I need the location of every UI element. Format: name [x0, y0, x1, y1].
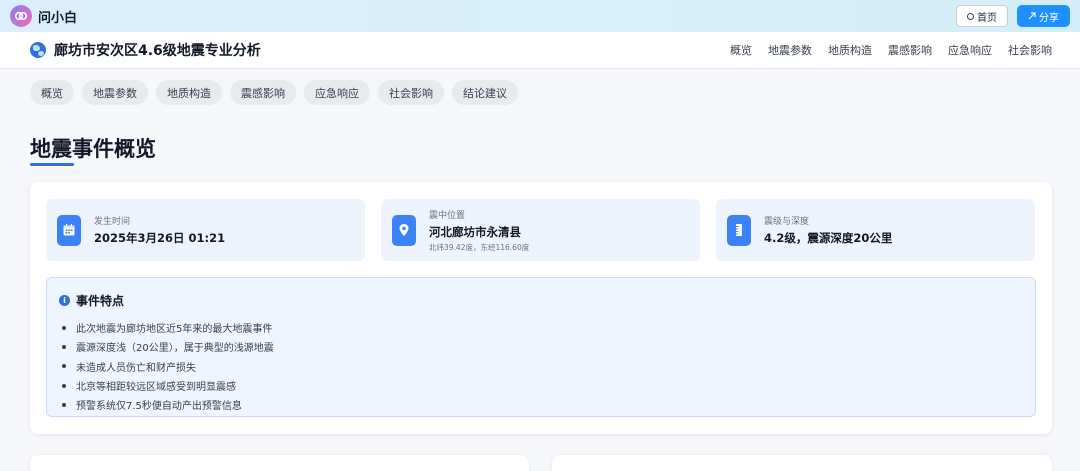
- chip-overview[interactable]: 概览: [30, 80, 74, 105]
- features-list: 此次地震为廊坊地区近5年来的最大地震事件 震源深度浅（20公里），属于典型的浅源…: [62, 318, 1023, 414]
- info-label-location: 震中位置: [429, 210, 466, 221]
- info-box-location: 震中位置 河北廊坊市永清县 北纬39.42度，东经116.60度: [381, 199, 700, 261]
- chip-parameters[interactable]: 地震参数: [82, 80, 148, 105]
- chip-shaking[interactable]: 震感影响: [230, 80, 296, 105]
- list-item: 此次地震为廊坊地区近5年来的最大地震事件: [62, 318, 1023, 337]
- chip-response[interactable]: 应急响应: [304, 80, 370, 105]
- share-icon: [1028, 12, 1036, 20]
- brand-logo-icon: [10, 5, 32, 27]
- home-button[interactable]: 首页: [956, 5, 1008, 27]
- home-icon: [967, 12, 974, 20]
- title-underline: [30, 163, 74, 166]
- page-title: 廊坊市安次区4.6级地震专业分析: [54, 43, 261, 59]
- info-value-magnitude: 4.2级，震源深度20公里: [764, 231, 893, 245]
- info-label-magnitude: 震级与深度: [764, 217, 810, 227]
- info-label-time: 发生时间: [94, 217, 131, 227]
- brand-name: 问小白: [38, 10, 78, 26]
- info-box-magnitude: 震级与深度 4.2级，震源深度20公里: [716, 199, 1035, 261]
- overview-card: 发生时间 2025年3月26日 01:21 震中位置 河北廊坊市永清县 北纬39…: [30, 182, 1052, 434]
- calendar-icon: [57, 214, 81, 246]
- info-value-location: 河北廊坊市永清县: [429, 224, 521, 239]
- features-title: 事件特点: [76, 294, 125, 308]
- globe-icon: [30, 42, 46, 58]
- info-sub-coordinates: 北纬39.42度，东经116.60度: [429, 242, 530, 252]
- next-card-right: [552, 455, 1052, 471]
- nav-item-social[interactable]: 社会影响: [1008, 42, 1052, 58]
- app-topbar: 问小白 首页 分享: [0, 0, 1080, 32]
- ruler-icon: [727, 214, 751, 246]
- info-box-time: 发生时间 2025年3月26日 01:21: [46, 199, 365, 261]
- info-value-time: 2025年3月26日 01:21: [94, 231, 226, 245]
- chip-social[interactable]: 社会影响: [378, 80, 444, 105]
- chip-conclusion[interactable]: 结论建议: [452, 80, 518, 105]
- list-item: 未造成人员伤亡和财产损失: [62, 357, 1023, 376]
- chip-geology[interactable]: 地质构造: [156, 80, 222, 105]
- info-icon: i: [59, 295, 70, 306]
- list-item: 北京等相距较远区域感受到明显震感: [62, 376, 1023, 395]
- nav-item-overview[interactable]: 概览: [730, 42, 752, 58]
- header-nav: 概览 地震参数 地质构造 震感影响 应急响应 社会影响: [730, 42, 1052, 58]
- event-features-box: i 事件特点 此次地震为廊坊地区近5年来的最大地震事件 震源深度浅（20公里），…: [46, 277, 1036, 417]
- list-item: 预警系统仅7.5秒便自动产出预警信息: [62, 395, 1023, 414]
- share-button[interactable]: 分享: [1017, 5, 1070, 27]
- nav-item-parameters[interactable]: 地震参数: [768, 42, 812, 58]
- list-item: 震源深度浅（20公里），属于典型的浅源地震: [62, 337, 1023, 356]
- nav-item-shaking[interactable]: 震感影响: [888, 42, 932, 58]
- nav-item-geology[interactable]: 地质构造: [828, 42, 872, 58]
- section-chips: 概览 地震参数 地质构造 震感影响 应急响应 社会影响 结论建议: [30, 80, 518, 105]
- home-button-label: 首页: [977, 12, 997, 24]
- section-title: 地震事件概览: [30, 137, 156, 161]
- location-pin-icon: [392, 214, 416, 246]
- share-button-label: 分享: [1039, 12, 1059, 24]
- nav-item-response[interactable]: 应急响应: [948, 42, 992, 58]
- next-card-left: [30, 455, 529, 471]
- site-header: 廊坊市安次区4.6级地震专业分析 概览 地震参数 地质构造 震感影响 应急响应 …: [0, 32, 1080, 69]
